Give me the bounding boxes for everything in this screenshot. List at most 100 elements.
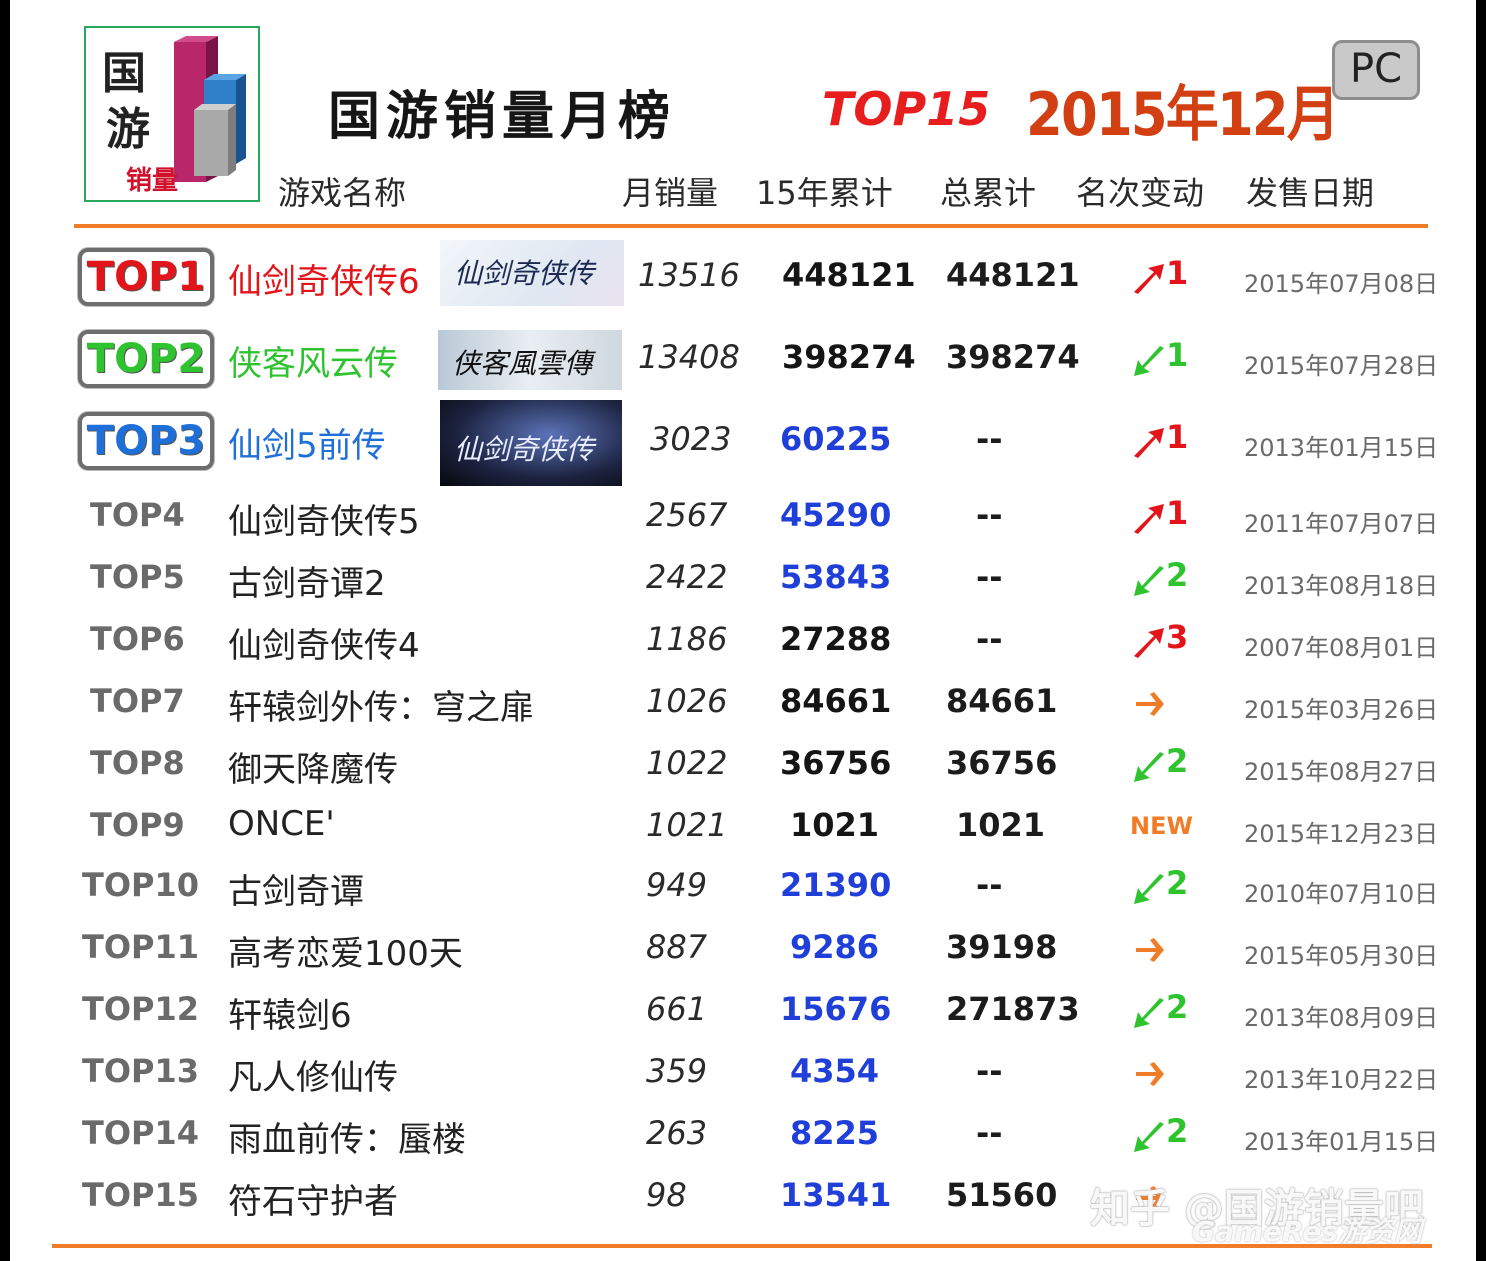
rank-badge: TOP2: [78, 330, 214, 388]
rank-label: TOP3: [86, 418, 206, 464]
game-name: 古剑奇谭: [228, 872, 364, 912]
release-date: 2013年01月15日: [1244, 434, 1439, 462]
total-cumulative: 39198: [946, 928, 1058, 966]
new-badge: NEW: [1130, 812, 1193, 840]
rank-change-count: 2: [1166, 556, 1189, 594]
year-cumulative: 13541: [780, 1176, 892, 1214]
rank-label: TOP2: [86, 336, 206, 382]
rank-change-count: 3: [1166, 618, 1189, 656]
year-cumulative: 15676: [780, 990, 892, 1028]
rank-badge: TOP1: [78, 248, 214, 306]
monthly-sales: 661: [646, 990, 708, 1028]
release-date: 2015年08月27日: [1244, 758, 1439, 786]
rank-change-count: 2: [1166, 988, 1189, 1026]
release-date: 2011年07月07日: [1244, 510, 1439, 538]
release-date: 2015年03月26日: [1244, 696, 1439, 724]
monthly-sales: 359: [646, 1052, 708, 1090]
title-period: 2015年12月: [1026, 80, 1340, 150]
monthly-sales: 2567: [646, 496, 728, 534]
rank-label: TOP1: [86, 254, 206, 300]
page-title: 国游销量月榜: [328, 87, 677, 147]
release-date: 2013年10月22日: [1244, 1066, 1439, 1094]
monthly-sales: 2422: [646, 558, 728, 596]
monthly-sales: 1021: [646, 806, 728, 844]
watermark-text-2: GameRes游资网: [1192, 1215, 1422, 1248]
total-cumulative: --: [976, 420, 1003, 458]
rank-badge: TOP3: [78, 412, 214, 470]
rank-label: TOP5: [90, 558, 185, 596]
game-name: 仙剑奇侠传6: [228, 262, 420, 302]
thumbnail-title: 仙剑奇侠传: [454, 257, 595, 290]
rank-label: TOP4: [90, 496, 185, 534]
rank-label: TOP10: [82, 866, 200, 904]
monthly-sales: 263: [646, 1114, 708, 1152]
release-date: 2015年12月23日: [1244, 820, 1439, 848]
total-cumulative: 271873: [946, 990, 1080, 1028]
rank-label: TOP8: [90, 744, 185, 782]
year-cumulative: 60225: [780, 420, 892, 458]
header-year: 15年累计: [756, 174, 893, 212]
rank-change-count: 2: [1166, 864, 1189, 902]
rank-label: TOP15: [82, 1176, 200, 1214]
game-name: ONCE': [228, 804, 335, 844]
release-date: 2015年07月08日: [1244, 270, 1439, 298]
rank-change-count: 1: [1166, 494, 1189, 532]
monthly-sales: 1186: [646, 620, 728, 658]
rank-label: TOP6: [90, 620, 185, 658]
rank-change-count: 2: [1166, 1112, 1189, 1150]
total-cumulative: --: [976, 1052, 1003, 1090]
release-date: 2013年01月15日: [1244, 1128, 1439, 1156]
year-cumulative: 8225: [790, 1114, 880, 1152]
year-cumulative: 36756: [780, 744, 892, 782]
game-name: 仙剑5前传: [228, 426, 386, 466]
monthly-sales: 887: [646, 928, 708, 966]
game-name: 古剑奇谭2: [228, 564, 386, 604]
year-cumulative: 27288: [780, 620, 892, 658]
rank-label: TOP7: [90, 682, 185, 720]
year-cumulative: 45290: [780, 496, 892, 534]
rank-change-count: 2: [1166, 742, 1189, 780]
total-cumulative: 36756: [946, 744, 1058, 782]
game-name: 轩辕剑外传：穹之扉: [228, 688, 534, 728]
release-date: 2015年07月28日: [1244, 352, 1439, 380]
monthly-sales: 1022: [646, 744, 728, 782]
release-date: 2010年07月10日: [1244, 880, 1439, 908]
rank-label: TOP9: [90, 806, 185, 844]
header-total: 总累计: [940, 174, 1037, 212]
header-change: 名次变动: [1076, 174, 1205, 212]
game-name: 仙剑奇侠传4: [228, 626, 420, 666]
logo-subtitle: 销量: [126, 166, 179, 196]
logo: 国 游 销量: [84, 26, 260, 202]
header-divider: [74, 224, 1428, 228]
total-cumulative: --: [976, 866, 1003, 904]
rank-change-count: 1: [1166, 336, 1189, 374]
total-cumulative: --: [976, 620, 1003, 658]
year-cumulative: 84661: [780, 682, 892, 720]
game-name: 符石守护者: [228, 1182, 398, 1222]
total-cumulative: --: [976, 1114, 1003, 1152]
release-date: 2007年08月01日: [1244, 634, 1439, 662]
release-date: 2013年08月09日: [1244, 1004, 1439, 1032]
year-cumulative: 9286: [790, 928, 880, 966]
game-name: 御天降魔传: [228, 750, 398, 790]
year-cumulative: 53843: [780, 558, 892, 596]
game-thumbnail: 仙剑奇侠传: [440, 240, 624, 306]
total-cumulative: --: [976, 496, 1003, 534]
monthly-sales: 1026: [646, 682, 728, 720]
game-name: 雨血前传：蜃楼: [228, 1120, 466, 1160]
game-thumbnail: 侠客風雲傳: [438, 330, 622, 390]
header-name: 游戏名称: [278, 174, 407, 212]
total-cumulative: 51560: [946, 1176, 1058, 1214]
monthly-sales: 949: [646, 866, 708, 904]
title-top-label: TOP15: [822, 82, 991, 136]
year-cumulative: 398274: [782, 338, 916, 376]
monthly-sales: 98: [646, 1176, 687, 1214]
year-cumulative: 448121: [782, 256, 916, 294]
header-date: 发售日期: [1246, 174, 1375, 212]
total-cumulative: 398274: [946, 338, 1080, 376]
year-cumulative: 4354: [790, 1052, 880, 1090]
rank-label: TOP13: [82, 1052, 200, 1090]
rank-label: TOP11: [82, 928, 200, 966]
game-name: 轩辕剑6: [228, 996, 352, 1036]
year-cumulative: 1021: [790, 806, 880, 844]
